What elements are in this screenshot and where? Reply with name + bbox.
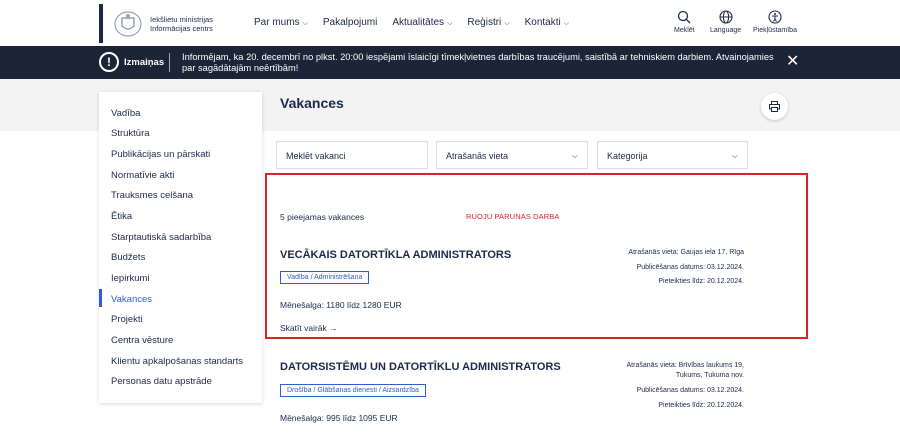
alert-title: Izmaiņas [124, 57, 165, 68]
vacancy-search-placeholder: Meklēt vakanci [286, 151, 346, 161]
nav-item-kontakti[interactable]: Kontakti ⌵ [525, 17, 569, 28]
alert-divider [169, 53, 170, 72]
chevron-down-icon: ⌵ [563, 20, 570, 27]
chevron-down-icon: ⌵ [731, 151, 738, 160]
category-select-value: Kategorija [607, 151, 648, 161]
main-nav: Par mums ⌵ Pakalpojumi Aktualitātes ⌵ Reģi… [254, 17, 584, 28]
see-more-label: Skatīt vairāk [280, 323, 327, 333]
sidebar-item-centra-vesture[interactable]: Centra vēsture [111, 335, 173, 346]
job-salary-1: Mēnešalga: 1180 līdz 1280 EUR [280, 300, 402, 310]
job-salary-2: Mēnešalga: 995 līdz 1095 EUR [280, 413, 398, 423]
search-icon [678, 10, 691, 24]
sidebar-item-starptautiska[interactable]: Starptautiskā sadarbība [111, 232, 211, 243]
sidebar-active-indicator [99, 289, 102, 307]
job-location-2-line1: Atrašanās vieta: Brīvības laukums 19, [626, 362, 745, 369]
ruoju-annotation: RUOJU PARUNAS DARBA [466, 212, 560, 221]
sidebar-nav: Vadība Struktūra Publikācijas un pārskat… [99, 92, 262, 403]
alert-message: Informējam, ka 20. decembrī no plkst. 20… [182, 52, 774, 73]
sidebar-item-struktura[interactable]: Struktūra [111, 128, 150, 139]
printer-icon [769, 101, 780, 112]
sidebar-item-iepirkumi[interactable]: Iepirkumi [111, 273, 150, 284]
sidebar-item-klientu-standarts[interactable]: Klientu apkalpošanas standarts [111, 356, 243, 367]
globe-icon [719, 10, 733, 24]
exclamation-icon: ! [99, 52, 119, 72]
logo-accent-bar [99, 4, 103, 43]
nav-item-par-mums[interactable]: Par mums ⌵ [254, 17, 308, 28]
coat-of-arms-icon[interactable] [113, 10, 143, 38]
job-tag-1[interactable]: Vadība / Administrēšana [280, 271, 370, 284]
vacancy-count: 5 pieejamas vakances [280, 212, 365, 222]
job-location-1: Atrašanās vieta: Gaujas iela 17, Rīga [628, 249, 744, 256]
chevron-down-icon: ⌵ [504, 20, 510, 27]
org-name-line2: Informācijas centrs [150, 24, 213, 33]
site-header: Iekšlietu ministrijas Informācijas centr… [0, 0, 900, 46]
alert-banner: ! Izmaiņas Informējam, ka 20. decembrī n… [0, 46, 900, 79]
language-label: Language [710, 27, 742, 34]
chevron-down-icon: ⌵ [447, 20, 453, 27]
page-title: Vakances [280, 95, 344, 111]
nav-item-pakalpojumi[interactable]: Pakalpojumi [323, 17, 377, 28]
sidebar-item-vadiba[interactable]: Vadība [111, 108, 140, 119]
see-more-link[interactable]: Skatīt vairāk → [280, 323, 338, 333]
job-deadline-2: Pieteikties līdz: 20.12.2024. [658, 402, 744, 409]
chevron-down-icon: ⌵ [571, 151, 578, 160]
chevron-down-icon: ⌵ [302, 20, 308, 27]
accessibility-button[interactable]: Piekļūstamība [753, 10, 797, 34]
job-location-2-line2: Tukums, Tukuma nov. [675, 372, 744, 379]
job-deadline-1: Pieteikties līdz: 20.12.2024. [658, 278, 744, 285]
accessibility-icon [768, 10, 782, 24]
arrow-right-icon: → [329, 323, 338, 333]
vacancy-search-input[interactable]: Meklēt vakanci [276, 141, 428, 169]
location-select[interactable]: Atrašanās vieta ⌵ [436, 141, 588, 169]
close-icon[interactable]: ✕ [786, 54, 799, 70]
sidebar-item-vakances[interactable]: Vakances [111, 294, 152, 305]
job-title-1[interactable]: VECĀKAIS DATORTĪKLA ADMINISTRATORS [280, 249, 511, 261]
sidebar-item-etika[interactable]: Ētika [111, 211, 132, 222]
sidebar-item-normativie-akti[interactable]: Normatīvie akti [111, 170, 174, 181]
language-button[interactable]: Language [710, 10, 741, 34]
search-button[interactable]: Meklēt [674, 10, 695, 34]
job-title-2[interactable]: DATORSISTĒMU UN DATORTĪKLU ADMINISTRATOR… [280, 361, 561, 373]
print-button[interactable] [761, 93, 788, 120]
sidebar-item-budzets[interactable]: Budžets [111, 252, 145, 263]
nav-item-registri[interactable]: Reģistri ⌵ [467, 17, 509, 28]
org-name-line1: Iekšlietu ministrijas [150, 15, 213, 24]
job-published-1: Publicēšanas datums: 03.12.2024. [636, 264, 744, 271]
org-name[interactable]: Iekšlietu ministrijas Informācijas centr… [150, 15, 213, 33]
job-published-2: Publicēšanas datums: 03.12.2024. [636, 387, 744, 394]
location-select-value: Atrašanās vieta [446, 151, 509, 161]
search-label: Meklēt [674, 27, 695, 34]
sidebar-item-personas-dati[interactable]: Personas datu apstrāde [111, 376, 212, 387]
sidebar-item-publikacijas[interactable]: Publikācijas un pārskati [111, 149, 210, 160]
sidebar-item-projekti[interactable]: Projekti [111, 314, 143, 325]
sidebar-item-trauksmes[interactable]: Trauksmes celšana [111, 190, 193, 201]
accessibility-label: Piekļūstamība [753, 27, 797, 34]
category-select[interactable]: Kategorija ⌵ [597, 141, 748, 169]
job-tag-2[interactable]: Drošība / Glābšanas dienesti / Aizsardzī… [280, 384, 426, 397]
nav-item-aktualitates[interactable]: Aktualitātes ⌵ [392, 17, 452, 28]
